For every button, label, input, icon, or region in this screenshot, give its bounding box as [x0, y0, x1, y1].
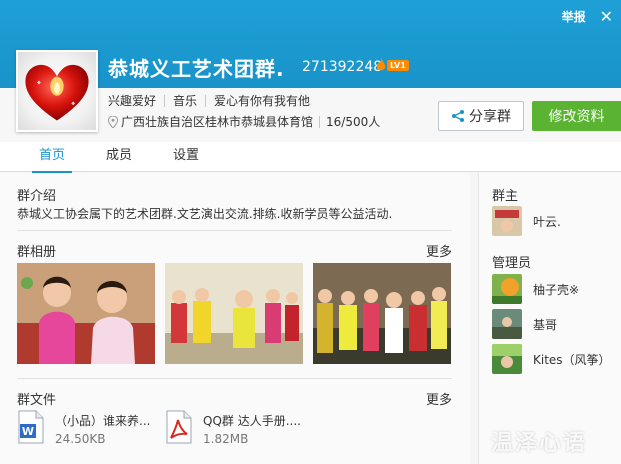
- admin-member[interactable]: Kites（风筝）: [492, 344, 611, 374]
- tag-item[interactable]: 音乐: [173, 92, 197, 109]
- location-text: 广西壮族自治区桂林市恭城县体育馆: [121, 115, 314, 129]
- svg-text:W: W: [22, 425, 34, 438]
- member-count: 16/500人: [326, 115, 381, 129]
- tab-members[interactable]: 成员: [99, 142, 139, 172]
- level-label: LV1: [387, 59, 409, 71]
- file-info: （小品）谁来养... 24.50KB: [55, 410, 150, 446]
- owner-avatar-image: [492, 206, 522, 236]
- avatar: [492, 344, 522, 374]
- share-group-button[interactable]: 分享群: [438, 101, 524, 131]
- group-id: 271392248: [302, 59, 383, 75]
- intro-title: 群介绍: [17, 189, 57, 204]
- member-name: Kites（风筝）: [533, 352, 611, 367]
- close-icon[interactable]: ✕: [600, 8, 613, 25]
- group-name: 恭城义工艺术团群.: [108, 57, 285, 81]
- owner-member[interactable]: 叶云.: [492, 206, 561, 236]
- avatar: [492, 274, 522, 304]
- tag-item[interactable]: 兴趣爱好: [108, 92, 156, 109]
- admin-avatar-image: [492, 344, 522, 374]
- files-more-link[interactable]: 更多: [426, 389, 452, 408]
- location-pin-icon: [108, 115, 118, 128]
- photo-performance-image: [313, 263, 451, 364]
- window-actions: 举报 ✕: [562, 8, 613, 25]
- watermark-text: 温泽心语: [491, 431, 588, 456]
- tab-home[interactable]: 首页: [32, 142, 72, 173]
- edit-profile-button[interactable]: 修改资料: [532, 101, 621, 131]
- level-badge: LV1: [376, 58, 409, 72]
- word-file-icon: W: [18, 410, 44, 444]
- member-name: 基哥: [533, 317, 558, 332]
- admin-avatar-image: [492, 274, 522, 304]
- member-name: 柚子壳※: [533, 282, 580, 297]
- file-item[interactable]: QQ群 达人手册.... 1.82MB: [165, 410, 301, 446]
- album-photo[interactable]: [165, 263, 303, 364]
- report-button[interactable]: 举报: [562, 8, 586, 25]
- album-more-link[interactable]: 更多: [426, 241, 452, 260]
- album-title: 群相册: [17, 245, 57, 260]
- files-title: 群文件: [17, 393, 57, 408]
- intro-text: 恭城义工协会属下的艺术团群.文艺演出交流.排练.收新学员等公益活动.: [17, 207, 393, 221]
- pdf-file-icon: [166, 410, 192, 444]
- file-item[interactable]: W （小品）谁来养... 24.50KB: [17, 410, 150, 446]
- tab-bar: 首页 成员 设置: [0, 142, 621, 173]
- admins-title: 管理员: [492, 256, 532, 271]
- group-tags: 兴趣爱好 音乐 爱心有你有我有他: [108, 92, 310, 109]
- file-name: QQ群 达人手册....: [203, 414, 301, 428]
- admin-member[interactable]: 柚子壳※: [492, 274, 579, 304]
- location-separator: [319, 115, 321, 128]
- photo-group-image: [165, 263, 303, 364]
- file-size: 24.50KB: [55, 432, 106, 446]
- tab-settings[interactable]: 设置: [166, 142, 206, 172]
- album-photo[interactable]: [313, 263, 451, 364]
- heart-candle-icon: [25, 64, 89, 121]
- member-name: 叶云.: [533, 214, 561, 229]
- divider: [17, 230, 452, 231]
- flame-icon: [376, 58, 386, 71]
- photo-kids-image: [17, 263, 155, 364]
- share-icon: [452, 110, 464, 122]
- group-avatar[interactable]: [16, 50, 98, 132]
- album-photo[interactable]: [17, 263, 155, 364]
- avatar: [492, 309, 522, 339]
- divider: [17, 378, 452, 379]
- admin-member[interactable]: 基哥: [492, 309, 557, 339]
- file-size: 1.82MB: [203, 432, 249, 446]
- group-location: 广西壮族自治区桂林市恭城县体育馆 16/500人: [108, 113, 380, 130]
- share-label: 分享群: [469, 109, 511, 125]
- tag-item[interactable]: 爱心有你有我有他: [214, 92, 310, 109]
- owner-title: 群主: [492, 189, 519, 204]
- avatar: [492, 206, 522, 236]
- file-name: （小品）谁来养...: [55, 414, 151, 428]
- file-info: QQ群 达人手册.... 1.82MB: [203, 410, 301, 446]
- tag-separator: [164, 94, 166, 107]
- admin-avatar-image: [492, 309, 522, 339]
- tag-separator: [205, 94, 207, 107]
